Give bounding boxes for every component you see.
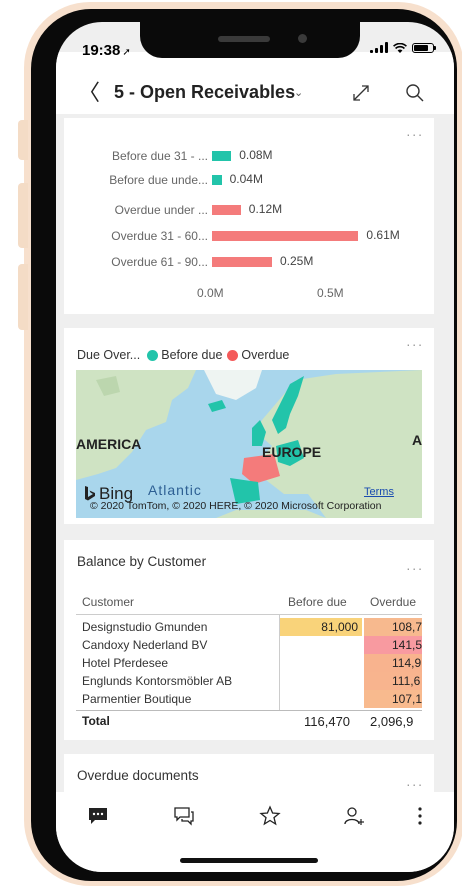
- bar[interactable]: [212, 257, 272, 267]
- table-cell-overdue[interactable]: 114,9: [364, 654, 422, 672]
- more-options-icon[interactable]: ...: [406, 124, 424, 138]
- bar-category-label: Overdue 61 - 90...: [111, 255, 208, 269]
- bar-category-label: Overdue under ...: [114, 203, 208, 217]
- bar[interactable]: [212, 151, 232, 161]
- chevron-down-icon[interactable]: ⌄: [294, 86, 303, 99]
- volume-down-button: [18, 264, 28, 330]
- location-icon: ➚: [122, 47, 131, 58]
- legend-overdue: Overdue: [241, 348, 290, 362]
- column-header-overdue[interactable]: Overdue: [370, 595, 416, 609]
- terms-link[interactable]: Terms: [364, 486, 394, 498]
- table-row-customer[interactable]: Designstudio Gmunden: [82, 620, 207, 634]
- map-label-america: AMERICA: [76, 436, 142, 452]
- battery-icon: [412, 42, 436, 53]
- overdue-documents-card[interactable]: Overdue documents ...: [64, 754, 434, 794]
- bar[interactable]: [212, 175, 222, 185]
- bar[interactable]: [212, 231, 359, 241]
- header-divider: [76, 614, 422, 615]
- map-title-legend: Due Over... Before due Overdue: [77, 348, 289, 362]
- bar-category-label: Before due 31 - ...: [111, 149, 208, 163]
- bar-value-label: 0.61M: [366, 228, 400, 242]
- bar[interactable]: [212, 205, 241, 215]
- report-header: 〈 5 - Open Receivables ⌄: [56, 74, 454, 114]
- table-row-customer[interactable]: Candoxy Nederland BV: [82, 638, 207, 652]
- due-overdue-map-card[interactable]: ... Due Over... Before due Overdue AMERI…: [64, 328, 434, 524]
- legend-dot-before-due: [147, 349, 159, 361]
- status-time: 19:38 ➚: [82, 42, 131, 59]
- page-title[interactable]: 5 - Open Receivables: [114, 82, 295, 103]
- back-icon[interactable]: 〈: [78, 82, 100, 104]
- table-cell-overdue[interactable]: 108,7: [364, 618, 422, 636]
- map-title: Due Over...: [77, 348, 141, 362]
- table-row-customer[interactable]: Englunds Kontorsmöbler AB: [82, 674, 232, 688]
- table-title: Balance by Customer: [77, 554, 207, 569]
- total-label: Total: [82, 714, 110, 728]
- status-time-text: 19:38: [82, 42, 121, 59]
- column-header-before-due[interactable]: Before due: [288, 595, 347, 609]
- table-row-customer[interactable]: Hotel Pferdesee: [82, 656, 168, 670]
- map-label-atlantic: Atlantic: [148, 482, 202, 498]
- speaker: [218, 36, 270, 42]
- mute-switch: [18, 120, 28, 160]
- total-before-due: 116,470: [304, 714, 351, 729]
- overdue-documents-title: Overdue documents: [77, 768, 199, 783]
- table-cell-overdue[interactable]: 111,6: [364, 672, 422, 690]
- comments-icon[interactable]: [172, 804, 196, 828]
- axis-tick: 0.0M: [197, 286, 224, 300]
- chat-icon[interactable]: [86, 804, 110, 828]
- bar-value-label: 0.25M: [280, 254, 314, 268]
- report-canvas[interactable]: ... Before due 31 - ... 0.08M Before due u…: [56, 114, 454, 794]
- notch: [140, 22, 360, 58]
- map-label-europe: EUROPE: [262, 444, 322, 460]
- star-icon[interactable]: [258, 804, 282, 828]
- more-options-icon[interactable]: ...: [406, 774, 424, 788]
- bar-value-label: 0.12M: [248, 202, 283, 216]
- wifi-icon: [393, 42, 407, 53]
- column-header-customer[interactable]: Customer: [82, 595, 134, 609]
- receivables-bar-chart-card[interactable]: ... Before due 31 - ... 0.08M Before due u…: [64, 118, 434, 314]
- home-indicator[interactable]: [180, 858, 318, 863]
- bar-value-label: 0.04M: [229, 172, 263, 186]
- bar-category-label: Overdue 31 - 60...: [111, 229, 208, 243]
- table-cell-overdue[interactable]: 141,5: [364, 636, 422, 654]
- search-icon[interactable]: [404, 82, 426, 104]
- legend-before-due: Before due: [161, 348, 223, 362]
- more-options-icon[interactable]: ...: [406, 334, 424, 348]
- front-camera: [298, 34, 307, 43]
- table-cell-before-due[interactable]: 81,000: [280, 618, 362, 636]
- map-copyright: © 2020 TomTom, © 2020 HERE, © 2020 Micro…: [90, 500, 382, 512]
- expand-icon[interactable]: [350, 82, 372, 104]
- total-divider: [76, 710, 422, 711]
- table-row-customer[interactable]: Parmentier Boutique: [82, 692, 191, 706]
- table-cell-overdue[interactable]: 107,1: [364, 690, 422, 708]
- map-label-a: A: [412, 432, 422, 448]
- person-add-icon[interactable]: [342, 804, 366, 828]
- bar-value-label: 0.08M: [239, 148, 273, 162]
- signal-icon: [370, 42, 388, 53]
- bar-category-label: Before due unde...: [109, 173, 208, 187]
- volume-up-button: [18, 183, 28, 248]
- balance-by-customer-card[interactable]: Balance by Customer ... Customer Before …: [64, 540, 434, 740]
- legend-dot-overdue: [227, 349, 239, 361]
- total-overdue: 2,096,9: [370, 714, 414, 729]
- phone-screen: 19:38 ➚ 〈 5 - Open Receivables ⌄ ... Bef…: [56, 22, 454, 872]
- status-icons: [370, 42, 436, 53]
- more-vertical-icon[interactable]: [408, 804, 432, 828]
- more-options-icon[interactable]: ...: [406, 558, 424, 572]
- axis-tick: 0.5M: [317, 286, 344, 300]
- map-visual[interactable]: AMERICA EUROPE A Bing Atlantic Terms © 2…: [76, 370, 422, 518]
